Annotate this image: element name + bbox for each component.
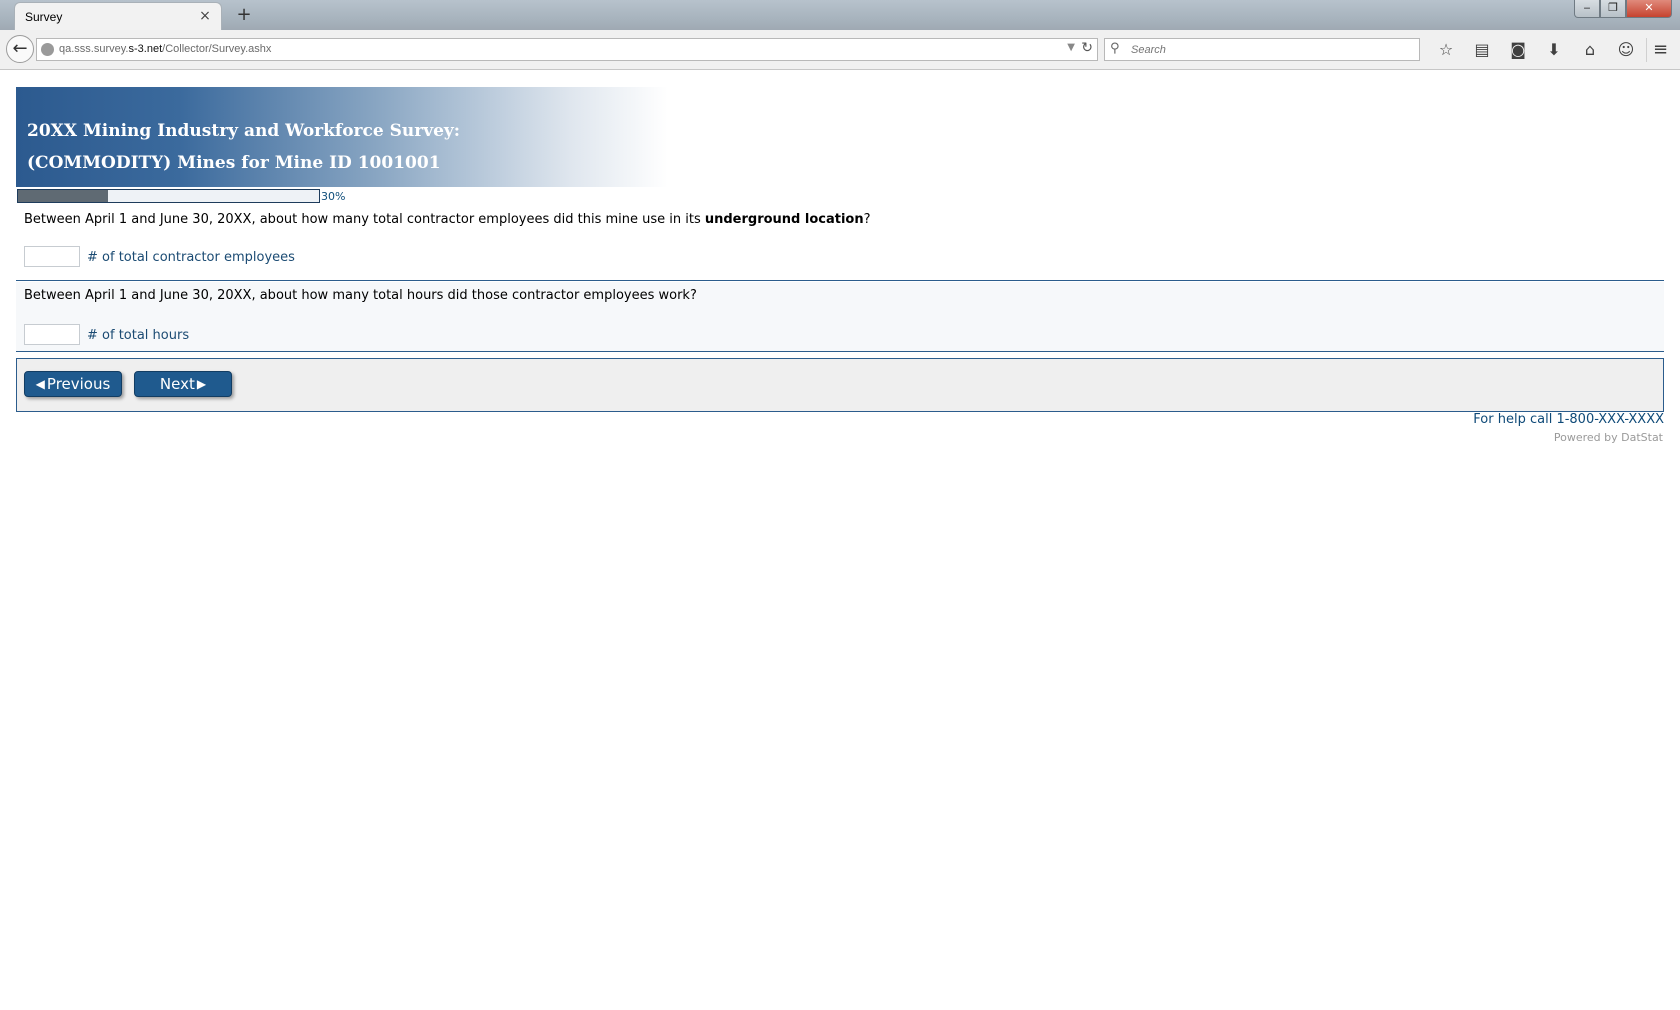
left-triangle-icon: ◀ — [35, 377, 45, 391]
progress-label: 30% — [321, 190, 346, 203]
new-tab-icon[interactable]: + — [234, 5, 254, 25]
menu-icon[interactable]: ≡ — [1646, 38, 1674, 62]
reload-icon[interactable]: ↻ — [1081, 40, 1093, 56]
download-icon[interactable]: ⬇ — [1536, 38, 1572, 62]
reading-list-icon[interactable]: ▤ — [1464, 38, 1500, 62]
search-input[interactable] — [1129, 41, 1409, 58]
bookmark-star-icon[interactable]: ☆ — [1428, 38, 1464, 62]
survey-title-line1: 20XX Mining Industry and Workforce Surve… — [27, 121, 461, 141]
close-window-icon[interactable]: ✕ — [1626, 0, 1672, 18]
contractor-employees-unit-label: # of total contractor employees — [87, 250, 295, 265]
restore-icon[interactable]: ❐ — [1600, 0, 1626, 18]
powered-by-text: Powered by DatStat — [1553, 431, 1663, 444]
question-text: Between April 1 and June 30, 20XX, about… — [24, 212, 871, 227]
chat-icon[interactable]: ☺ — [1608, 38, 1644, 62]
next-button[interactable]: Next ▶ — [134, 371, 232, 397]
globe-icon — [41, 43, 54, 56]
tab-title: Survey — [25, 10, 63, 24]
next-button-label: Next — [159, 375, 195, 393]
url-dropdown-icon[interactable]: ▼ — [1067, 42, 1075, 53]
progress-fill — [18, 190, 109, 202]
question-contractor-employees: Between April 1 and June 30, 20XX, about… — [16, 206, 1664, 281]
question-text-bold: underground location — [704, 212, 864, 227]
question-text-after: ? — [863, 212, 871, 227]
window-controls: ‒ ❐ ✕ — [1574, 0, 1672, 18]
browser-navbar: ← qa.sss.survey.s-3.net/Collector/Survey… — [0, 30, 1680, 70]
search-bar[interactable]: ⚲ — [1104, 38, 1420, 61]
total-hours-unit-label: # of total hours — [87, 328, 190, 343]
home-icon[interactable]: ⌂ — [1572, 38, 1608, 62]
browser-titlebar: Survey × + ‒ ❐ ✕ — [0, 0, 1680, 31]
previous-button-label: Previous — [46, 375, 111, 393]
tab-survey[interactable]: Survey × — [14, 2, 222, 31]
url-domain: s-3.net — [128, 43, 163, 55]
tab-close-icon[interactable]: × — [197, 8, 213, 24]
minimize-icon[interactable]: ‒ — [1574, 0, 1600, 18]
question-text-before: Between April 1 and June 30, 20XX, about… — [24, 212, 705, 227]
pocket-icon[interactable]: ◙ — [1500, 38, 1536, 62]
question-total-hours: Between April 1 and June 30, 20XX, about… — [16, 282, 1664, 352]
progress-bar — [17, 189, 320, 203]
url-bar[interactable]: qa.sss.survey.s-3.net/Collector/Survey.a… — [36, 38, 1098, 61]
right-triangle-icon: ▶ — [196, 377, 207, 391]
url-text: qa.sss.survey.s-3.net/Collector/Survey.a… — [59, 43, 271, 55]
total-hours-input[interactable] — [24, 324, 80, 345]
survey-title-line2: (COMMODITY) Mines for Mine ID 1001001 — [27, 153, 441, 173]
help-phone-text: For help call 1-800-XXX-XXXX — [1473, 412, 1664, 427]
search-icon: ⚲ — [1110, 41, 1120, 56]
survey-banner: 20XX Mining Industry and Workforce Surve… — [16, 87, 668, 187]
previous-button[interactable]: ◀ Previous — [24, 371, 122, 397]
question-text: Between April 1 and June 30, 20XX, about… — [24, 288, 697, 303]
url-prefix: qa.sss.survey. — [59, 43, 129, 55]
contractor-employees-input[interactable] — [24, 246, 80, 267]
url-path: /Collector/Survey.ashx — [162, 43, 272, 55]
toolbar-icons: ☆ ▤ ◙ ⬇ ⌂ ☺ — [1428, 38, 1644, 62]
back-arrow-icon[interactable]: ← — [6, 35, 34, 63]
navigation-panel: ◀ Previous Next ▶ — [16, 358, 1664, 412]
